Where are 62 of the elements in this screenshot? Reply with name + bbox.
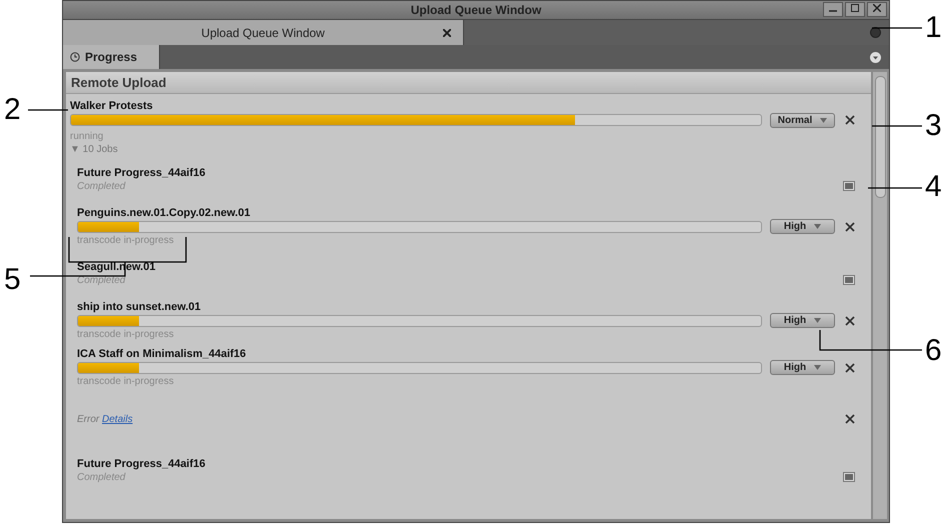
monitor-button[interactable] [843, 275, 855, 285]
job-name: Future Progress_44aif16 [77, 458, 206, 470]
job-status: transcode in-progress [77, 328, 175, 340]
callout-number: 3 [925, 111, 942, 141]
progress-tab[interactable]: Progress [63, 45, 160, 69]
priority-dropdown[interactable]: High [770, 313, 835, 328]
panel-title: Remote Upload [71, 75, 166, 90]
caret-icon [814, 224, 822, 229]
details-link[interactable]: Details [102, 414, 133, 424]
leader-line [872, 125, 922, 127]
close-icon [845, 414, 855, 424]
close-icon [845, 115, 855, 125]
scrollbar[interactable] [873, 72, 887, 519]
job-name: ship into sunset.new.01 [77, 300, 202, 314]
error-message: Error Details [77, 414, 133, 424]
leader-line [868, 187, 922, 189]
job-status: Completed [77, 180, 126, 192]
close-icon [845, 222, 855, 232]
upload-name: Walker Protests [70, 100, 154, 113]
close-icon [443, 29, 451, 37]
leader-line [28, 109, 68, 111]
callout-number: 1 [925, 13, 942, 43]
upload-status: running [70, 130, 104, 143]
close-icon [873, 4, 881, 12]
window-tab[interactable]: Upload Queue Window [63, 20, 464, 45]
cancel-button[interactable] [843, 360, 857, 374]
minimize-icon [829, 10, 837, 12]
leader-line [872, 27, 922, 29]
close-icon [845, 362, 855, 372]
minimize-button[interactable] [823, 2, 843, 17]
close-button[interactable] [867, 2, 887, 17]
callout-number: 6 [925, 336, 942, 366]
clock-icon [70, 52, 80, 62]
callout-number: 2 [4, 95, 21, 125]
priority-dropdown[interactable]: Normal [770, 112, 835, 128]
caret-icon [820, 118, 828, 122]
maximize-button[interactable] [845, 2, 865, 17]
cancel-button[interactable] [843, 220, 857, 234]
priority-dropdown[interactable]: High [770, 219, 835, 234]
maximize-icon [851, 4, 859, 12]
job-status: transcode in-progress [77, 234, 175, 246]
job-status: Completed [77, 470, 126, 484]
close-icon [845, 316, 855, 326]
callout-number: 5 [4, 265, 21, 295]
window-title: Upload Queue Window [410, 3, 542, 17]
cancel-button[interactable] [843, 113, 857, 127]
caret-icon [814, 318, 822, 323]
caret-icon [814, 365, 822, 370]
job-status: transcode in-progress [77, 374, 175, 388]
window-menu-button[interactable] [870, 27, 881, 38]
monitor-button[interactable] [843, 472, 855, 482]
callout-number: 4 [925, 172, 942, 202]
priority-dropdown[interactable]: High [770, 360, 835, 375]
job-name: ICA Staff on Minimalism_44aif16 [77, 348, 247, 360]
job-name: Penguins.new.01.Copy.02.new.01 [77, 206, 252, 220]
dropdown-icon[interactable] [870, 52, 881, 62]
cancel-button[interactable] [843, 314, 857, 328]
job-name: Future Progress_44aif16 [77, 166, 206, 180]
monitor-button[interactable] [843, 181, 855, 191]
cancel-button[interactable] [843, 412, 857, 426]
tab-label: Upload Queue Window [201, 26, 325, 40]
job-status: Completed [77, 274, 126, 286]
